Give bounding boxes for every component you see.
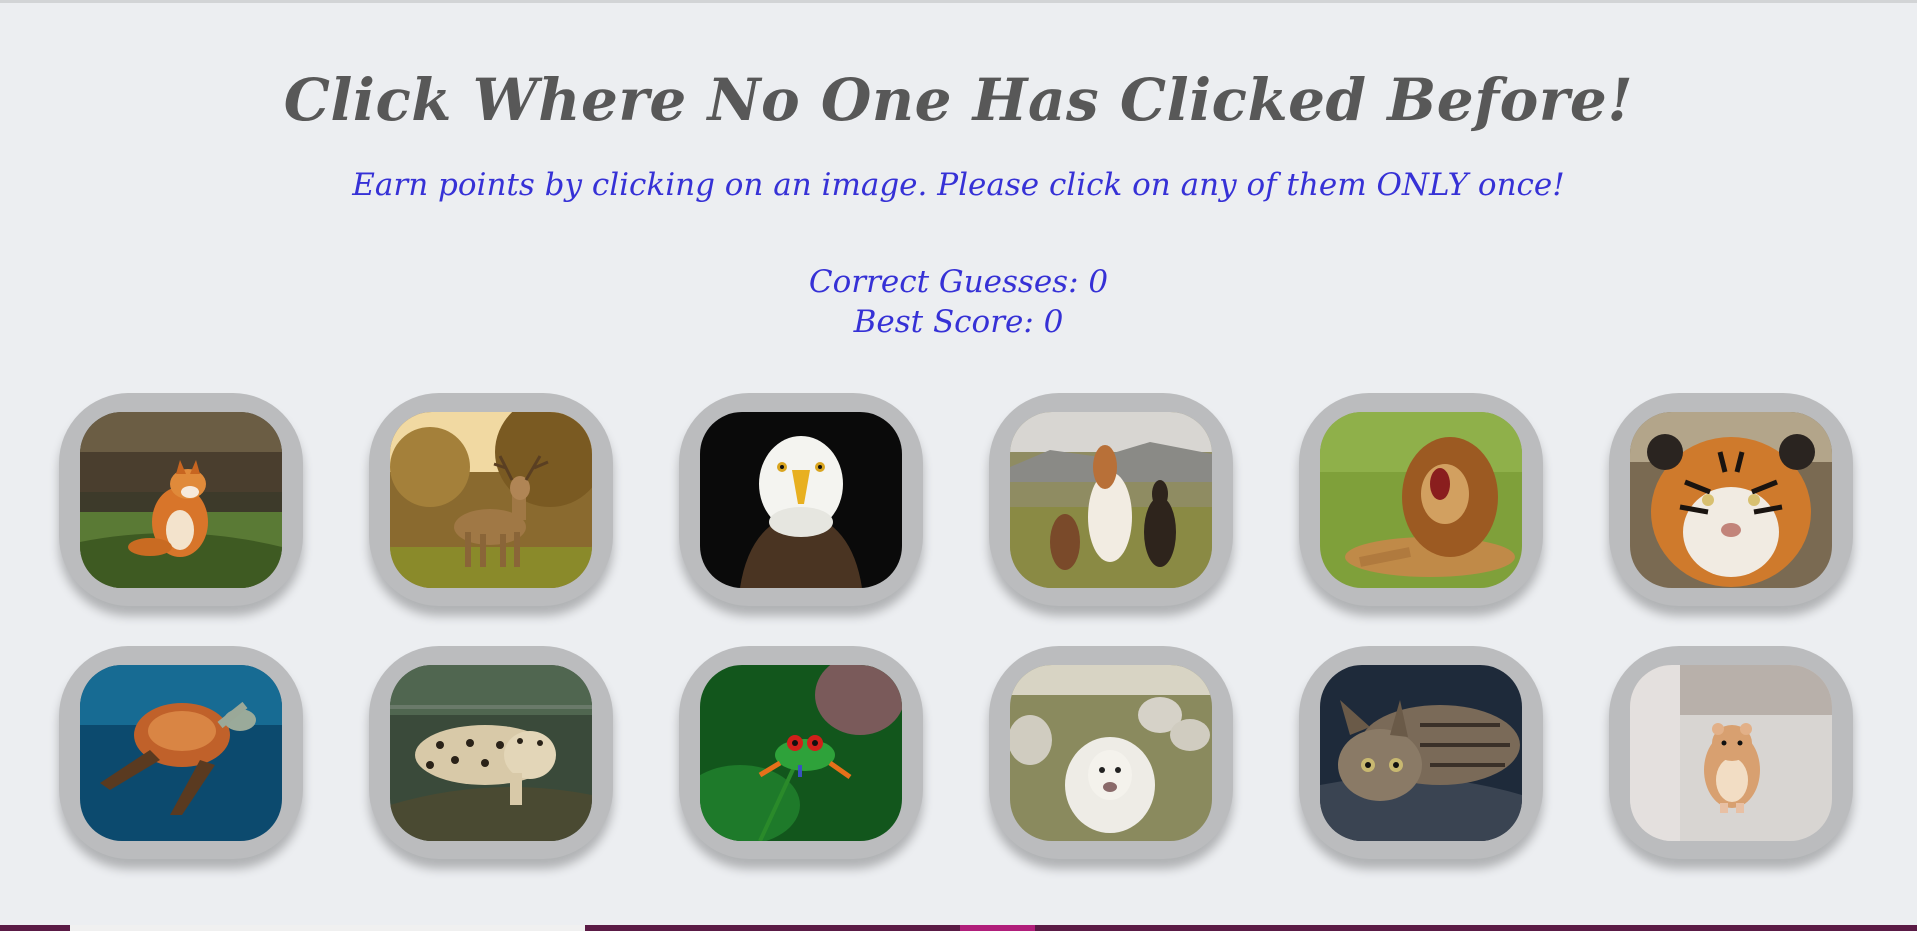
horses-image[interactable] [1010, 411, 1212, 588]
sheep-image[interactable] [1010, 664, 1212, 841]
deer-image[interactable] [390, 411, 592, 588]
bottom-bar-segment [70, 925, 585, 931]
card-hamster[interactable] [1609, 646, 1853, 859]
card-frog[interactable] [679, 646, 923, 859]
bottom-bar-accent [960, 925, 1035, 931]
card-sheep[interactable] [989, 646, 1233, 859]
instructions-text: Earn points by clicking on an image. Ple… [352, 167, 1565, 203]
frog-image[interactable] [700, 664, 902, 841]
best-score-text: Best Score: 0 [853, 304, 1064, 340]
eagle-image[interactable] [700, 411, 902, 588]
hamster-image[interactable] [1630, 664, 1832, 841]
correct-guesses-text: Correct Guesses: 0 [808, 264, 1109, 300]
card-leopard[interactable] [369, 646, 613, 859]
kitten-image[interactable] [1320, 664, 1522, 841]
card-horses[interactable] [989, 393, 1233, 606]
card-kitten[interactable] [1299, 646, 1543, 859]
lion-image[interactable] [1320, 411, 1522, 588]
card-deer[interactable] [369, 393, 613, 606]
card-lion[interactable] [1299, 393, 1543, 606]
turtle-image[interactable] [80, 664, 282, 841]
card-fox[interactable] [59, 393, 303, 606]
tiger-image[interactable] [1630, 411, 1832, 588]
top-border [0, 0, 1917, 3]
image-grid [59, 393, 1853, 859]
card-tiger[interactable] [1609, 393, 1853, 606]
score-panel: Correct Guesses: 0 Best Score: 0 [0, 262, 1917, 342]
fox-image[interactable] [80, 411, 282, 588]
bottom-bar [0, 925, 1917, 931]
page-title: Click Where No One Has Clicked Before! [283, 66, 1634, 134]
card-eagle[interactable] [679, 393, 923, 606]
card-turtle[interactable] [59, 646, 303, 859]
leopard-image[interactable] [390, 664, 592, 841]
page-header: Click Where No One Has Clicked Before! E… [0, 60, 1917, 205]
